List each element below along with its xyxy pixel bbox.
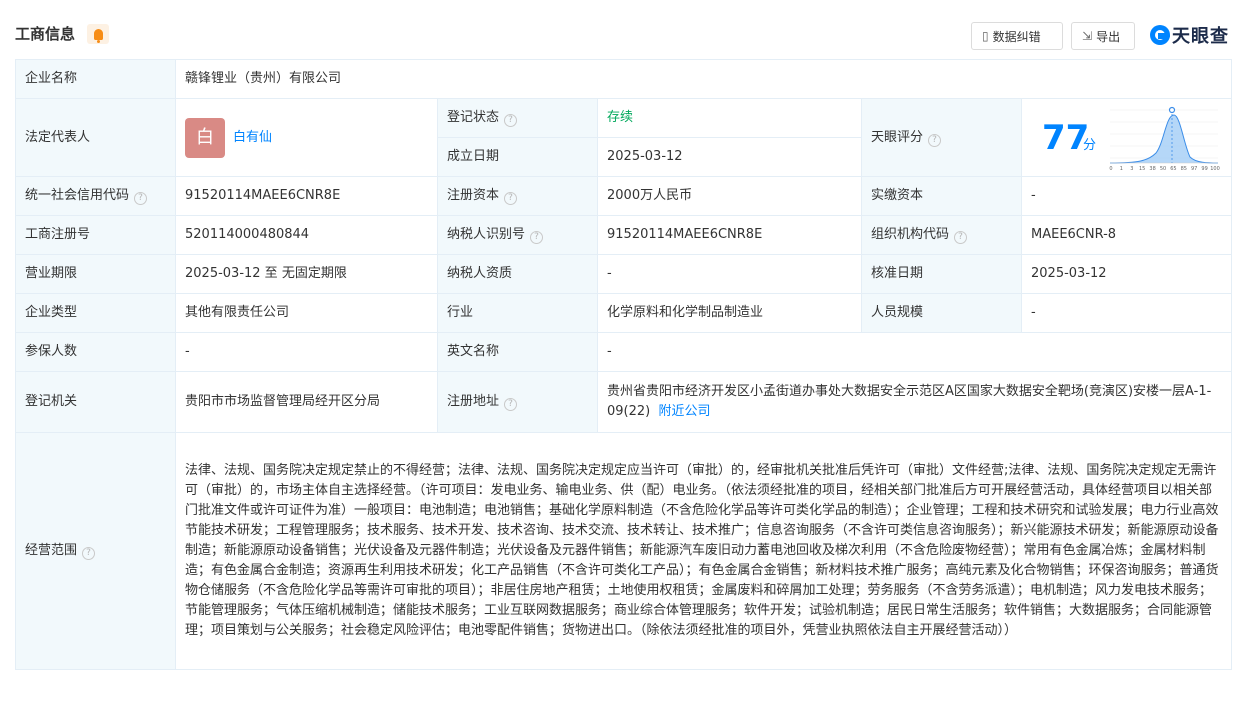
question-circle-icon[interactable]: ? — [504, 192, 518, 205]
question-circle-icon[interactable]: ? — [928, 133, 942, 147]
company-name-label: 企业名称 — [15, 59, 176, 99]
bell-icon — [93, 28, 103, 43]
english-name-label: 英文名称 — [437, 332, 598, 372]
table-row: 登记机关 贵阳市市场监督管理局经开区分局 注册地址? 贵州省贵阳市经济开发区小孟… — [15, 371, 1233, 433]
taxpayer-qual-label: 纳税人资质 — [437, 254, 598, 294]
table-row: 企业名称 赣锋锂业（贵州）有限公司 — [15, 59, 1233, 99]
subscribe-button[interactable] — [87, 24, 109, 44]
scope-label: 经营范围 — [25, 543, 78, 558]
legal-rep-cell: 白 白有仙 — [175, 98, 438, 177]
score-tick-label: 3 — [1130, 166, 1133, 172]
table-row: 法定代表人 白 白有仙 登记状态? 存续 天眼评分? 77 分 0 1 3 15… — [15, 98, 1233, 177]
edit-doc-icon: ▯ — [982, 29, 989, 43]
reg-no: 520114000480844 — [175, 215, 438, 255]
brand-logo: 天眼查 — [1150, 20, 1229, 50]
reg-capital: 2000万人民币 — [597, 176, 862, 216]
score-tick-label: 1 — [1120, 166, 1123, 172]
table-row: 营业期限 2025-03-12 至 无固定期限 纳税人资质 - 核准日期 202… — [15, 254, 1233, 294]
table-row: 参保人数 - 英文名称 - — [15, 332, 1233, 372]
insured: - — [175, 332, 438, 372]
score-tick-label: 85 — [1181, 166, 1187, 172]
score-tick-label: 65 — [1170, 166, 1176, 172]
insured-label: 参保人数 — [15, 332, 176, 372]
est-date-label: 成立日期 — [437, 137, 598, 177]
tax-id: 91520114MAEE6CNR8E — [597, 215, 862, 255]
export-label: 导出 — [1096, 29, 1121, 44]
table-row: 工商注册号 520114000480844 纳税人识别号? 91520114MA… — [15, 215, 1233, 255]
status-badge: 存续 — [597, 98, 862, 138]
score-unit: 分 — [1083, 138, 1097, 153]
score-tick-label: 0 — [1109, 166, 1112, 172]
paid-capital-label: 实缴资本 — [861, 176, 1022, 216]
approve-date: 2025-03-12 — [1020, 254, 1233, 294]
org-code: MAEE6CNR-8 — [1020, 215, 1233, 255]
section-title: 工商信息 — [15, 25, 76, 43]
tax-id-label: 纳税人识别号 — [447, 227, 526, 242]
legal-rep-label: 法定代表人 — [15, 98, 176, 177]
score-tick-label: 15 — [1139, 166, 1145, 172]
company-name: 赣锋锂业（贵州）有限公司 — [174, 59, 1233, 99]
score-tick-label: 50 — [1160, 166, 1166, 172]
address-label-cell: 注册地址? — [437, 371, 598, 433]
question-circle-icon[interactable]: ? — [134, 192, 148, 205]
address-label: 注册地址 — [447, 394, 500, 409]
type-label: 企业类型 — [15, 293, 176, 333]
taxpayer-qual: - — [597, 254, 862, 294]
export-button[interactable]: ⇲ 导出 — [1071, 22, 1135, 50]
credit-code-label: 统一社会信用代码 — [25, 188, 130, 203]
score-cell[interactable]: 77 分 0 1 3 15 38 50 65 85 97 99 100 — [1020, 98, 1233, 177]
english-name: - — [596, 332, 1233, 372]
reg-capital-label: 注册资本 — [447, 188, 500, 203]
legal-rep-link[interactable]: 白有仙 — [233, 128, 272, 148]
est-date: 2025-03-12 — [597, 137, 862, 177]
data-correction-label: 数据纠错 — [992, 29, 1041, 44]
scope-label-cell: 经营范围? — [15, 432, 176, 670]
table-row: 统一社会信用代码? 91520114MAEE6CNR8E 注册资本? 2000万… — [15, 176, 1233, 216]
reg-status-label: 登记状态 — [447, 110, 500, 125]
address-cell: 贵州省贵阳市经济开发区小孟街道办事处大数据安全示范区A区国家大数据安全靶场(竞演… — [596, 371, 1233, 433]
paid-capital: - — [1020, 176, 1233, 216]
score-tick-label: 99 — [1201, 166, 1207, 172]
data-correction-button[interactable]: ▯ 数据纠错 — [971, 22, 1063, 50]
table-row: 企业类型 其他有限责任公司 行业 化学原料和化学制品制造业 人员规模 - — [15, 293, 1233, 333]
score-distribution-chart: 0 1 3 15 38 50 65 85 97 99 100 — [1109, 106, 1220, 172]
table-row: 经营范围? 法律、法规、国务院决定规定禁止的不得经营；法律、法规、国务院决定规定… — [15, 432, 1233, 670]
avatar[interactable]: 白 — [185, 117, 225, 158]
credit-code: 91520114MAEE6CNR8E — [175, 176, 438, 216]
question-circle-icon[interactable]: ? — [504, 114, 518, 127]
score-tick-label: 97 — [1191, 166, 1197, 172]
question-circle-icon[interactable]: ? — [82, 547, 96, 560]
score-tick-label: 38 — [1149, 166, 1155, 172]
business-scope: 法律、法规、国务院决定规定禁止的不得经营；法律、法规、国务院决定规定应当许可（审… — [174, 432, 1233, 670]
question-circle-icon[interactable]: ? — [504, 398, 518, 411]
term: 2025-03-12 至 无固定期限 — [175, 254, 438, 294]
reg-no-label: 工商注册号 — [15, 215, 176, 255]
credit-code-label-cell: 统一社会信用代码? — [15, 176, 176, 216]
reg-status-label-cell: 登记状态? — [437, 98, 598, 138]
industry-label: 行业 — [437, 293, 598, 333]
question-circle-icon[interactable]: ? — [530, 231, 544, 244]
authority: 贵阳市市场监督管理局经开区分局 — [175, 371, 438, 433]
question-circle-icon[interactable]: ? — [954, 231, 968, 244]
brand-mark-icon — [1150, 25, 1170, 45]
tax-id-label-cell: 纳税人识别号? — [437, 215, 598, 255]
section-header: 工商信息 ▯ 数据纠错 ⇲ 导出 天眼查 — [15, 18, 1231, 52]
score-tick-label: 100 — [1210, 166, 1220, 172]
company-type: 其他有限责任公司 — [175, 293, 438, 333]
staff-size: - — [1020, 293, 1233, 333]
export-icon: ⇲ — [1082, 29, 1093, 43]
reg-capital-label-cell: 注册资本? — [437, 176, 598, 216]
staff-size-label: 人员规模 — [861, 293, 1022, 333]
nearby-companies-link[interactable]: 附近公司 — [659, 404, 711, 419]
score-label: 天眼评分 — [871, 129, 924, 145]
authority-label: 登记机关 — [15, 371, 176, 433]
industry: 化学原料和化学制品制造业 — [597, 293, 862, 333]
approve-date-label: 核准日期 — [861, 254, 1022, 294]
term-label: 营业期限 — [15, 254, 176, 294]
business-info-table: 企业名称 赣锋锂业（贵州）有限公司 法定代表人 白 白有仙 登记状态? 存续 天… — [15, 59, 1233, 670]
org-code-label-cell: 组织机构代码? — [861, 215, 1022, 255]
brand-text: 天眼查 — [1172, 26, 1229, 47]
org-code-label: 组织机构代码 — [871, 227, 950, 242]
score-label-cell: 天眼评分? — [861, 98, 1022, 177]
